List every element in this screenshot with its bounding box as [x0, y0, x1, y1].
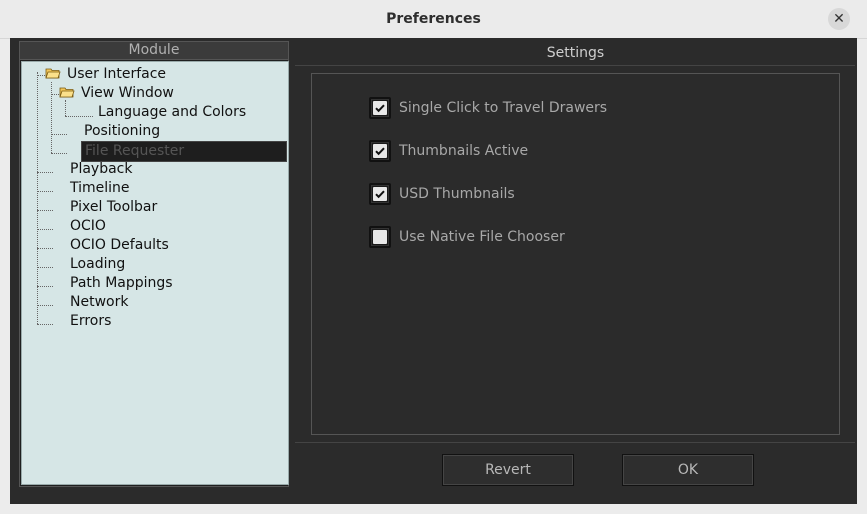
title-bar[interactable]: Preferences ✕	[0, 0, 867, 39]
tree-connector	[37, 75, 45, 76]
option-label: USD Thumbnails	[399, 186, 515, 202]
checkbox[interactable]	[369, 97, 391, 119]
close-button[interactable]: ✕	[828, 8, 850, 30]
tree-connector	[51, 134, 67, 135]
tree-item-path-mappings[interactable]: Path Mappings	[67, 274, 176, 293]
settings-group: Single Click to Travel Drawers Thumbnail…	[311, 73, 840, 435]
tree-connector	[37, 248, 53, 249]
tree-item-network[interactable]: Network	[67, 293, 131, 312]
tree-item-label: View Window	[81, 85, 174, 101]
option-use-native-file-chooser[interactable]: Use Native File Chooser	[369, 225, 565, 249]
tree-connector	[65, 116, 93, 117]
tree-item-timeline[interactable]: Timeline	[67, 179, 133, 198]
tree-item-user-interface[interactable]: User Interface	[45, 65, 169, 84]
option-thumbnails-active[interactable]: Thumbnails Active	[369, 139, 528, 163]
tree-item-errors[interactable]: Errors	[67, 312, 114, 331]
checkbox[interactable]	[369, 140, 391, 162]
tree-connector	[51, 94, 59, 95]
checkbox[interactable]	[369, 183, 391, 205]
folder-open-icon	[45, 68, 61, 79]
tree-connector	[37, 286, 53, 287]
tree-connector	[37, 267, 53, 268]
close-icon: ✕	[833, 11, 845, 27]
tree-item-language-and-colors[interactable]: Language and Colors	[95, 103, 249, 122]
module-header: Module	[20, 42, 288, 60]
checkmark-icon	[375, 190, 385, 199]
tree-connector	[37, 210, 53, 211]
tree-item-positioning[interactable]: Positioning	[81, 122, 163, 141]
folder-open-icon	[59, 87, 75, 98]
module-panel: Module User Interface View Window Langua…	[19, 41, 289, 487]
tree-connector	[37, 324, 53, 325]
tree-item-playback[interactable]: Playback	[67, 160, 135, 179]
tree-item-label: Path Mappings	[70, 275, 173, 291]
tree-item-label: File Requester	[81, 141, 287, 162]
tree-item-label: OCIO	[70, 218, 106, 234]
tree-item-label: OCIO Defaults	[70, 237, 169, 253]
tree-item-label: Playback	[70, 161, 133, 177]
dialog-content: Module User Interface View Window Langua…	[10, 38, 857, 504]
ok-button[interactable]: OK	[622, 454, 754, 486]
button-divider	[295, 442, 855, 443]
checkbox[interactable]	[369, 226, 391, 248]
tree-item-label: Positioning	[84, 123, 161, 139]
tree-item-pixel-toolbar[interactable]: Pixel Toolbar	[67, 198, 160, 217]
tree-item-label: Language and Colors	[98, 104, 247, 120]
option-label: Use Native File Chooser	[399, 229, 565, 245]
tree-connector	[37, 191, 53, 192]
checkmark-icon	[375, 147, 385, 156]
preferences-window: Preferences ✕ Module User Interface View…	[0, 0, 867, 514]
tree-item-ocio-defaults[interactable]: OCIO Defaults	[67, 236, 172, 255]
tree-connector	[37, 305, 53, 306]
tree-item-label: User Interface	[67, 66, 167, 82]
checkmark-icon	[375, 104, 385, 113]
tree-connector	[51, 153, 67, 154]
option-label: Thumbnails Active	[399, 143, 529, 159]
tree-item-label: Loading	[70, 256, 126, 272]
tree-item-label: Pixel Toolbar	[70, 199, 158, 215]
option-single-click-travel-drawers[interactable]: Single Click to Travel Drawers	[369, 96, 607, 120]
revert-button[interactable]: Revert	[442, 454, 574, 486]
window-title: Preferences	[386, 11, 481, 27]
tree-connector	[37, 172, 53, 173]
tree-item-ocio[interactable]: OCIO	[67, 217, 109, 236]
tree-item-label: Network	[70, 294, 129, 310]
tree-item-view-window[interactable]: View Window	[59, 84, 177, 103]
tree-item-file-requester[interactable]: File Requester	[81, 141, 287, 162]
tree-item-label: Errors	[70, 313, 112, 329]
tree-connector	[51, 82, 52, 153]
tree-item-loading[interactable]: Loading	[67, 255, 128, 274]
tree-connector	[37, 229, 53, 230]
module-tree[interactable]: User Interface View Window Language and …	[21, 61, 289, 485]
tree-item-label: Timeline	[70, 180, 130, 196]
option-usd-thumbnails[interactable]: USD Thumbnails	[369, 182, 515, 206]
settings-header: Settings	[546, 45, 605, 61]
option-label: Single Click to Travel Drawers	[399, 100, 608, 116]
